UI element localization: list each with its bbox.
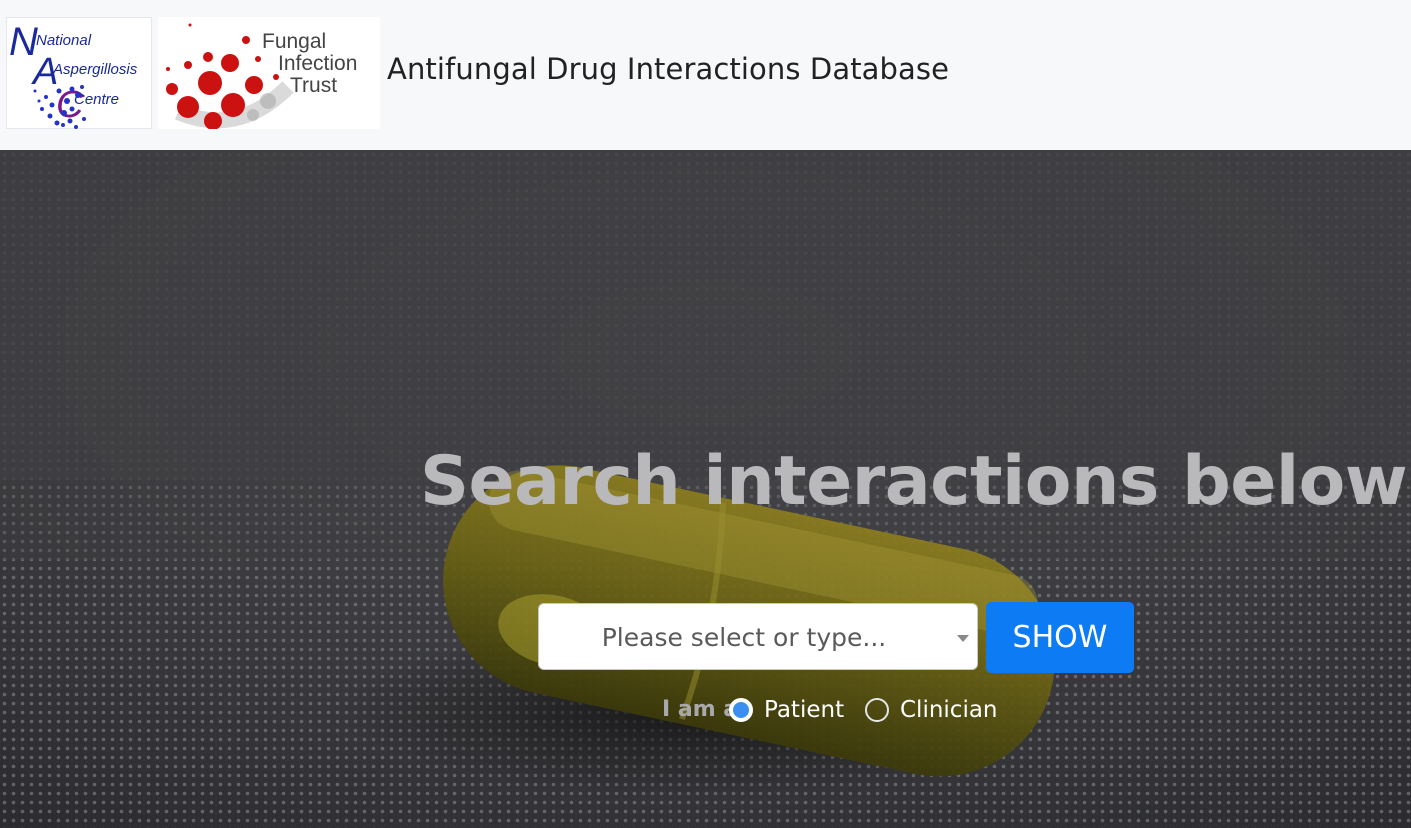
- clinician-radio[interactable]: [865, 698, 889, 722]
- select-placeholder: Please select or type...: [601, 623, 887, 652]
- navbar: N National A Aspergillosis C Centre Fung…: [0, 0, 1411, 150]
- nac-logo-line2: Aspergillosis: [52, 61, 138, 78]
- national-aspergillosis-centre-logo[interactable]: N National A Aspergillosis C Centre: [6, 17, 152, 129]
- site-title[interactable]: Antifungal Drug Interactions Database: [387, 52, 949, 86]
- patient-radio[interactable]: [729, 698, 753, 722]
- hero-heading: Search interactions below: [420, 442, 1408, 521]
- show-button[interactable]: SHOW: [986, 602, 1134, 673]
- nac-logo-line3: Centre: [74, 91, 119, 108]
- clinician-radio-label[interactable]: Clinician: [900, 697, 998, 723]
- radio-selected-dot: [733, 702, 749, 718]
- patient-radio-label[interactable]: Patient: [764, 697, 844, 723]
- fungal-infection-trust-logo[interactable]: Fungal Infection Trust: [158, 17, 380, 130]
- caret-down-icon: [957, 635, 969, 642]
- fit-logo-line2: Infection: [278, 52, 357, 75]
- drug-search-select[interactable]: Please select or type...: [538, 603, 978, 670]
- nac-logo-line1: National: [36, 32, 92, 49]
- fit-logo-line1: Fungal: [262, 30, 326, 53]
- hero-section: Search interactions below Please select …: [0, 150, 1411, 828]
- role-label: I am a: [662, 697, 739, 722]
- fit-logo-line3: Trust: [290, 74, 337, 97]
